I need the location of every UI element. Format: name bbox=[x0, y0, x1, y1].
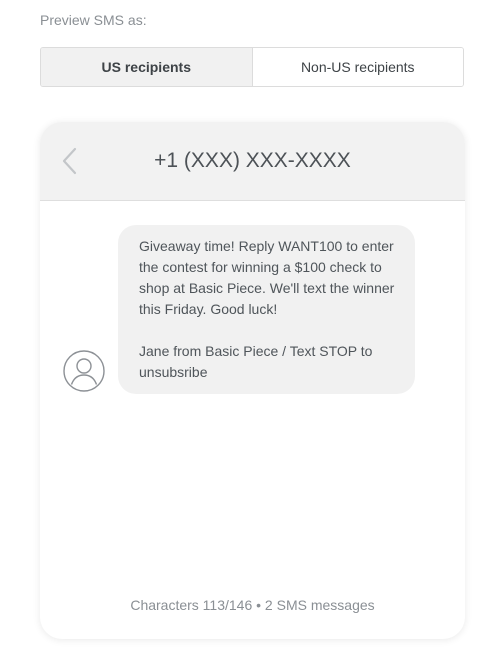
tab-us-recipients[interactable]: US recipients bbox=[41, 48, 252, 86]
sms-phone-preview: +1 (XXX) XXX-XXXX Giveaway time! Reply W… bbox=[40, 122, 465, 639]
recipient-toggle: US recipients Non-US recipients bbox=[40, 47, 464, 87]
phone-number: +1 (XXX) XXX-XXXX bbox=[154, 149, 351, 172]
message-bubble: Giveaway time! Reply WANT100 to enter th… bbox=[118, 225, 415, 394]
preview-label: Preview SMS as: bbox=[40, 12, 147, 28]
chevron-left-icon[interactable] bbox=[60, 147, 78, 175]
tab-non-us-recipients[interactable]: Non-US recipients bbox=[251, 48, 463, 86]
message-signature: Jane from Basic Piece / Text STOP to uns… bbox=[139, 343, 373, 380]
user-avatar-icon bbox=[63, 350, 105, 392]
character-count: Characters 113/146 • 2 SMS messages bbox=[130, 597, 375, 613]
message-body: Giveaway time! Reply WANT100 to enter th… bbox=[139, 238, 395, 317]
phone-header: +1 (XXX) XXX-XXXX bbox=[40, 122, 465, 201]
